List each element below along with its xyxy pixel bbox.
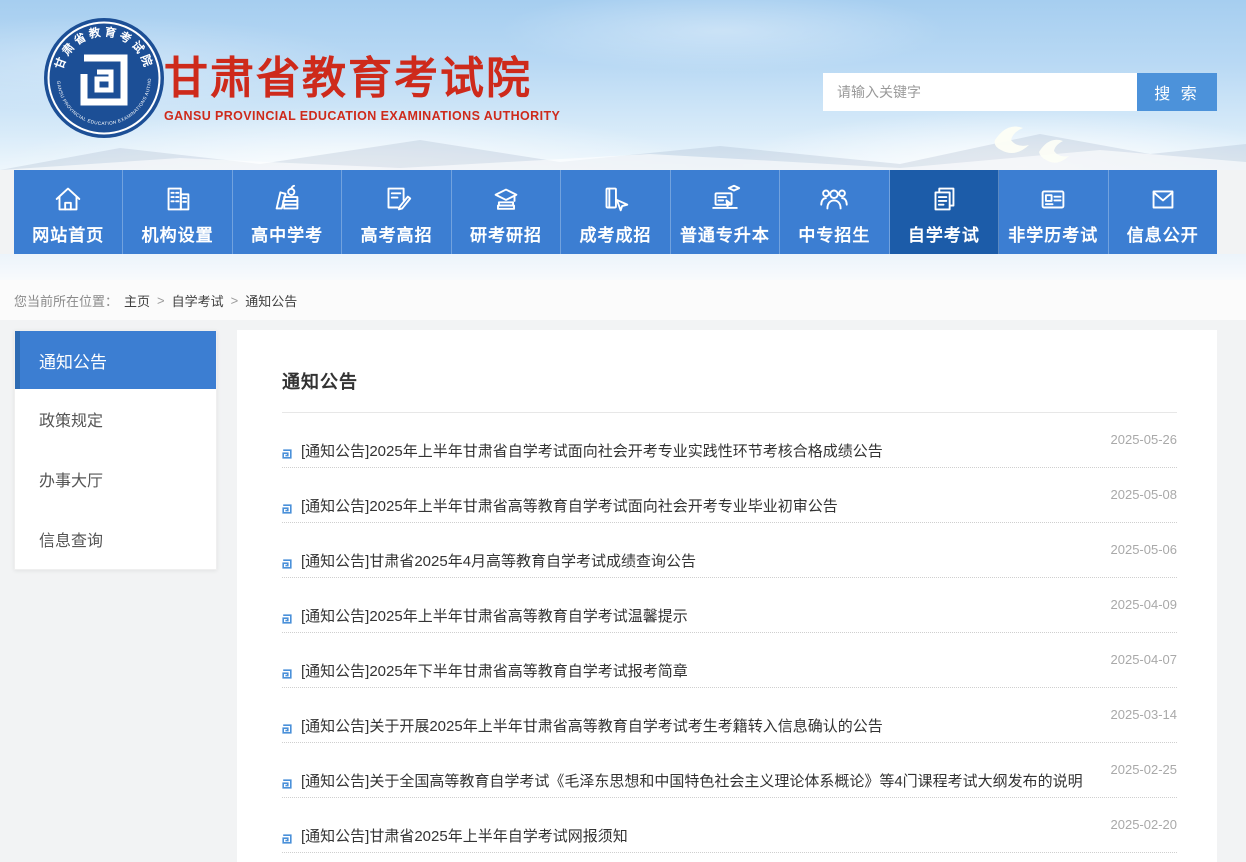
announcement-row: [通知公告]甘肃省2025年4月高等教育自学考试成绩查询公告 2025-05-0… bbox=[282, 523, 1177, 578]
home-icon bbox=[51, 182, 85, 216]
sidebar-item-label: 信息查询 bbox=[39, 527, 103, 551]
announcement-date: 2025-05-08 bbox=[1111, 487, 1178, 502]
breadcrumb-section-link[interactable]: 自学考试 bbox=[172, 291, 224, 310]
people-group-icon bbox=[817, 182, 851, 216]
announcement-row: [通知公告]甘肃省2025年上半年自学考试网报须知 2025-02-20 bbox=[282, 798, 1177, 853]
main-navigation: 网站首页 机构设置 高中学考 高考高招 研考研招 bbox=[14, 170, 1217, 254]
sidebar-item-notices[interactable]: 通知公告 bbox=[15, 331, 216, 389]
announcement-row: [通知公告]2025年上半年甘肃省自学考试面向社会开考专业实践性环节考核合格成绩… bbox=[282, 413, 1177, 468]
sidebar-item-label: 通知公告 bbox=[39, 348, 107, 373]
doves-decoration bbox=[977, 118, 1087, 170]
breadcrumb-separator: > bbox=[231, 293, 239, 308]
announcement-date: 2025-04-07 bbox=[1111, 652, 1178, 667]
nav-item-adult-exam[interactable]: 成考成招 bbox=[561, 170, 670, 254]
announcement-row: [通知公告]2025年下半年甘肃省高等教育自学考试报考简章 2025-04-07 bbox=[282, 633, 1177, 688]
announcement-row: [通知公告]关于开展2025年上半年甘肃省高等教育自学考试考生考籍转入信息确认的… bbox=[282, 688, 1177, 743]
sidebar-item-label: 办事大厅 bbox=[39, 467, 103, 491]
breadcrumb-bar: 您当前所在位置： 主页 > 自学考试 > 通知公告 bbox=[0, 280, 1246, 320]
announcement-row: [通知公告]关于全国高等教育自学考试《毛泽东思想和中国特色社会主义理论体系概论》… bbox=[282, 743, 1177, 798]
announcement-row: [通知公告]2025年上半年甘肃省高等教育自学考试面向社会开考专业毕业初审公告 … bbox=[282, 468, 1177, 523]
announcement-link[interactable]: [通知公告]2025年上半年甘肃省自学考试面向社会开考专业实践性环节考核合格成绩… bbox=[282, 440, 883, 461]
announcement-date: 2025-05-06 bbox=[1111, 542, 1178, 557]
announcement-date: 2025-02-20 bbox=[1111, 817, 1178, 832]
nav-item-postgraduate[interactable]: 研考研招 bbox=[452, 170, 561, 254]
breadcrumb-label: 您当前所在位置： bbox=[14, 291, 118, 310]
announcement-date: 2025-04-09 bbox=[1111, 597, 1178, 612]
book-plane-icon bbox=[598, 182, 632, 216]
announcement-date: 2025-03-14 bbox=[1111, 707, 1178, 722]
announcement-bullet-icon bbox=[282, 501, 292, 511]
announcement-bullet-icon bbox=[282, 611, 292, 621]
breadcrumb-current: 通知公告 bbox=[245, 291, 297, 310]
nav-item-non-academic-exam[interactable]: 非学历考试 bbox=[999, 170, 1108, 254]
id-card-icon bbox=[1036, 182, 1070, 216]
breadcrumb: 您当前所在位置： 主页 > 自学考试 > 通知公告 bbox=[14, 280, 1217, 320]
announcement-link[interactable]: [通知公告]2025年上半年甘肃省高等教育自学考试温馨提示 bbox=[282, 605, 688, 626]
nav-item-secondary-enrollment[interactable]: 中专招生 bbox=[780, 170, 889, 254]
sidebar-item-info-query[interactable]: 信息查询 bbox=[15, 509, 216, 569]
nav-item-home[interactable]: 网站首页 bbox=[14, 170, 123, 254]
laptop-cap-icon bbox=[708, 182, 742, 216]
announcement-link[interactable]: [通知公告]2025年下半年甘肃省高等教育自学考试报考简章 bbox=[282, 660, 688, 681]
announcement-bullet-icon bbox=[282, 446, 292, 456]
announcement-link[interactable]: [通知公告]2025年上半年甘肃省高等教育自学考试面向社会开考专业毕业初审公告 bbox=[282, 495, 838, 516]
page-title: 通知公告 bbox=[282, 368, 1177, 413]
nav-item-organization[interactable]: 机构设置 bbox=[123, 170, 232, 254]
site-title-block: 甘肃省教育考试院 GANSU PROVINCIAL EDUCATION EXAM… bbox=[164, 54, 560, 123]
breadcrumb-separator: > bbox=[157, 293, 165, 308]
announcement-link[interactable]: [通知公告]甘肃省2025年上半年自学考试网报须知 bbox=[282, 825, 628, 846]
search-form: 搜 索 bbox=[823, 73, 1217, 111]
search-button[interactable]: 搜 索 bbox=[1137, 73, 1217, 111]
announcement-panel: 通知公告 [通知公告]2025年上半年甘肃省自学考试面向社会开考专业实践性环节考… bbox=[237, 330, 1217, 862]
section-sidebar: 通知公告 政策规定 办事大厅 信息查询 bbox=[14, 330, 217, 570]
announcement-link[interactable]: [通知公告]关于开展2025年上半年甘肃省高等教育自学考试考生考籍转入信息确认的… bbox=[282, 715, 883, 736]
books-apple-icon bbox=[270, 182, 304, 216]
site-title: 甘肃省教育考试院 bbox=[164, 54, 560, 104]
stacked-documents-icon bbox=[927, 182, 961, 216]
nav-item-gaokao[interactable]: 高考高招 bbox=[342, 170, 451, 254]
announcement-bullet-icon bbox=[282, 666, 292, 676]
sidebar-item-policies[interactable]: 政策规定 bbox=[15, 389, 216, 449]
site-logo[interactable]: 甘肃省教育考试院 GANSU PROVINCIAL EDUCATION EXAM… bbox=[42, 16, 166, 140]
announcement-date: 2025-02-25 bbox=[1111, 762, 1178, 777]
envelope-icon bbox=[1146, 182, 1180, 216]
site-header: 甘肃省教育考试院 GANSU PROVINCIAL EDUCATION EXAM… bbox=[0, 0, 1246, 170]
nav-item-self-study-exam[interactable]: 自学考试 bbox=[890, 170, 999, 254]
announcement-bullet-icon bbox=[282, 831, 292, 841]
organization-building-icon bbox=[161, 182, 195, 216]
nav-item-highschool-exam[interactable]: 高中学考 bbox=[233, 170, 342, 254]
announcement-bullet-icon bbox=[282, 776, 292, 786]
header-fade-band bbox=[0, 254, 1246, 280]
nav-item-info-disclosure[interactable]: 信息公开 bbox=[1109, 170, 1217, 254]
announcement-link[interactable]: [通知公告]关于全国高等教育自学考试《毛泽东思想和中国特色社会主义理论体系概论》… bbox=[282, 770, 1083, 791]
exam-paper-pen-icon bbox=[380, 182, 414, 216]
announcement-bullet-icon bbox=[282, 556, 292, 566]
nav-item-zhuanshengben[interactable]: 普通专升本 bbox=[671, 170, 780, 254]
sidebar-item-service-hall[interactable]: 办事大厅 bbox=[15, 449, 216, 509]
graduate-cap-books-icon bbox=[489, 182, 523, 216]
sidebar-item-label: 政策规定 bbox=[39, 407, 103, 431]
search-input[interactable] bbox=[823, 73, 1137, 111]
announcement-date: 2025-05-26 bbox=[1111, 432, 1178, 447]
announcement-row: [通知公告]2025年上半年甘肃省高等教育自学考试温馨提示 2025-04-09 bbox=[282, 578, 1177, 633]
announcement-link[interactable]: [通知公告]甘肃省2025年4月高等教育自学考试成绩查询公告 bbox=[282, 550, 696, 571]
site-subtitle: GANSU PROVINCIAL EDUCATION EXAMINATIONS … bbox=[164, 109, 560, 123]
announcement-bullet-icon bbox=[282, 721, 292, 731]
breadcrumb-home-link[interactable]: 主页 bbox=[124, 291, 150, 310]
